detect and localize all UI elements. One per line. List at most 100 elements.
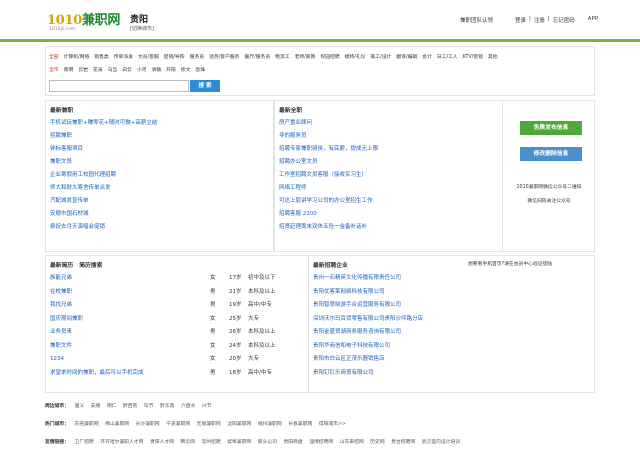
resume-row[interactable]: 我找兄弟 男 19岁 高中/中专 (50, 299, 308, 313)
job-link[interactable]: 招聘办公室文员 (279, 156, 378, 169)
nav-team-claim[interactable]: 兼职团队认领 (460, 16, 493, 24)
friend-link[interactable]: 腾云网 (181, 440, 195, 445)
site-logo[interactable]: 1010兼职网 1010jz.com (47, 9, 120, 32)
company-link[interactable]: 贵阳优客莱网络科技有限公司 (313, 286, 423, 300)
district-item[interactable]: 白云 (122, 68, 132, 73)
job-link[interactable]: 汽配城发宣传单 (50, 195, 157, 208)
resume-row[interactable]: 求望求时间的兼职，最后可以手机完成 男 18岁 高中/中专 (50, 367, 308, 381)
city-link[interactable]: 遵义 (75, 404, 85, 409)
resume-row[interactable]: 1234 女 20岁 大专 (50, 353, 308, 367)
category-item[interactable]: 传单派发 (114, 55, 133, 60)
friend-link[interactable]: 卫厂招聘 (75, 440, 94, 445)
city-link[interactable]: 兴节 (202, 404, 212, 409)
job-link[interactable]: 网络工程师 (279, 182, 378, 195)
friend-link[interactable]: 历史网 (370, 440, 384, 445)
category-item[interactable]: 美工/设计 (371, 55, 392, 60)
resume-name[interactable]: 1234 (50, 353, 64, 367)
city-link[interactable]: 长沙兼职网 (136, 422, 160, 427)
more-cities-link[interactable]: 得阳城市>> (319, 422, 346, 427)
district-item[interactable]: 小河 (137, 68, 147, 73)
district-item[interactable]: 云岩 (78, 68, 88, 73)
category-item[interactable]: 服务员 (190, 55, 204, 60)
mobile-home-note[interactable]: 想要看手机首页?请在会员中心验证登陆 (468, 260, 552, 267)
job-link[interactable]: 工作室招聘文员客服（接收实习生） (279, 169, 378, 182)
city-link[interactable]: 毕节 (144, 404, 154, 409)
district-item[interactable]: 花溪 (93, 68, 103, 73)
friend-link[interactable]: 蕉头公司 (258, 440, 277, 445)
city-link[interactable]: 黔东南 (160, 404, 174, 409)
friend-link[interactable]: 贵阳人才网 (150, 440, 174, 445)
district-item[interactable]: 息烽 (195, 68, 205, 73)
category-item[interactable]: 文员/客服 (138, 55, 159, 60)
category-item[interactable]: 日工/工人 (437, 55, 458, 60)
resume-name[interactable]: 族能兄弟 (50, 272, 72, 286)
city-link[interactable]: 黔西南 (123, 404, 137, 409)
post-free-button[interactable]: 免费发布信息 (520, 121, 582, 135)
job-link[interactable]: 兼职文员 (50, 156, 157, 169)
city-link[interactable]: 安顺 (91, 404, 101, 409)
category-item[interactable]: 其他 (488, 55, 498, 60)
resume-search-link[interactable]: 简历搜索 (79, 263, 102, 269)
category-item[interactable]: 销售类 (94, 55, 108, 60)
company-link[interactable]: 贵州一石精英文化传播有限责任公司 (313, 272, 423, 286)
city-link[interactable]: 铜仁 (107, 404, 117, 409)
job-link[interactable]: 招聘客服 2200 (279, 208, 378, 221)
category-item[interactable]: 校园招聘 (320, 55, 339, 60)
friend-link[interactable]: 常州招聘 (201, 440, 220, 445)
friend-link[interactable]: 贵台招聘网 (391, 440, 415, 445)
city-link[interactable]: 福州兼职网 (258, 422, 282, 427)
nav-app[interactable]: APP (588, 16, 598, 24)
friend-link[interactable]: 齐齐哈尔兼职人才网 (100, 440, 143, 445)
job-link[interactable]: 寻的服务员 (279, 130, 378, 143)
company-link[interactable]: 贵阳智慧晓游手合运营服务有限公司 (313, 299, 423, 313)
nav-forgot-password[interactable]: 忘记密码 (553, 16, 575, 24)
resume-name[interactable]: 我找兄弟 (50, 299, 72, 313)
category-item[interactable]: 翻译/编辑 (396, 55, 417, 60)
category-item[interactable]: 模特/礼仪 (345, 55, 366, 60)
category-item[interactable]: 老师/家教 (295, 55, 316, 60)
friend-link[interactable]: 武汉室内设计培训 (422, 440, 460, 445)
job-link[interactable]: 企业寒假用工校园代理招聘 (50, 169, 157, 182)
category-item[interactable]: 促销/导购 (164, 55, 185, 60)
resume-row[interactable]: 兼职文件 女 24岁 本科及以上 (50, 340, 308, 354)
edit-delete-button[interactable]: 修改删除信息 (520, 147, 582, 161)
city-link[interactable]: 沈阳兼职网 (227, 422, 251, 427)
search-input[interactable] (49, 80, 189, 92)
city-link[interactable]: 佛山兼职网 (105, 422, 129, 427)
job-link[interactable]: 钟标客服项目 (50, 143, 157, 156)
job-link[interactable]: 招贤赶理周末双休五险一金备补话补 (279, 221, 378, 234)
resume-name[interactable]: 业务员来 (50, 326, 72, 340)
category-item[interactable]: 会计 (422, 55, 432, 60)
city-link[interactable]: 宁波兼职网 (166, 422, 190, 427)
district-item[interactable]: 乌当 (108, 68, 118, 73)
city-link[interactable]: 无锡兼职网 (197, 422, 221, 427)
company-link[interactable]: 深圳沃尔玛百货零售有限公司贵阳沙坪路分店 (313, 313, 423, 327)
company-link[interactable]: 贵阳钉钉乐商贸有限公司 (313, 367, 423, 381)
job-link[interactable]: 泉捉去月天演唱会促销 (50, 221, 157, 234)
search-button[interactable]: 搜 索 (190, 80, 220, 92)
job-link[interactable]: 招聘专家兼职骑侠，有底薪，提成无上限 (279, 143, 378, 156)
friend-link[interactable]: 贵阳商盘 (283, 440, 302, 445)
job-link[interactable]: 可达上层讲学习公司的办公室招生工作 (279, 195, 378, 208)
category-item[interactable]: KTV/营销 (463, 55, 483, 60)
job-link[interactable]: 安顺市国石材城 (50, 208, 157, 221)
job-link[interactable]: 招聘兼职 (50, 130, 157, 143)
district-item[interactable]: 修文 (181, 68, 191, 73)
friend-link[interactable]: 蚌埠兼职网 (227, 440, 251, 445)
district-item[interactable]: 南明 (64, 68, 74, 73)
resume-name[interactable]: 兼职文件 (50, 340, 72, 354)
switch-city-link[interactable]: [切换城市] (130, 25, 154, 32)
resume-row[interactable]: 族能兄弟 女 17岁 初中及以下 (50, 272, 308, 286)
nav-register[interactable]: 注册 (534, 16, 545, 24)
job-link[interactable]: 房产置业顾问 (279, 117, 378, 130)
friend-link[interactable]: 山东来招网 (340, 440, 364, 445)
category-item[interactable]: 餐厅/服务员 (245, 55, 271, 60)
friend-link[interactable]: 淄博招聘网 (309, 440, 333, 445)
category-all[interactable]: 全部 (49, 55, 59, 60)
resume-name[interactable]: 在校兼职 (50, 286, 72, 300)
company-link[interactable]: 贵阳市白云区正茂乐器销售店 (313, 353, 423, 367)
resume-name[interactable]: 求望求时间的兼职，最后可以手机完成 (50, 367, 144, 381)
job-link[interactable]: 手机试玩兼职+赚零花+随时可做+高薪立结 (50, 117, 157, 130)
city-link[interactable]: 长春兼职网 (288, 422, 312, 427)
category-item[interactable]: 物流工 (275, 55, 289, 60)
